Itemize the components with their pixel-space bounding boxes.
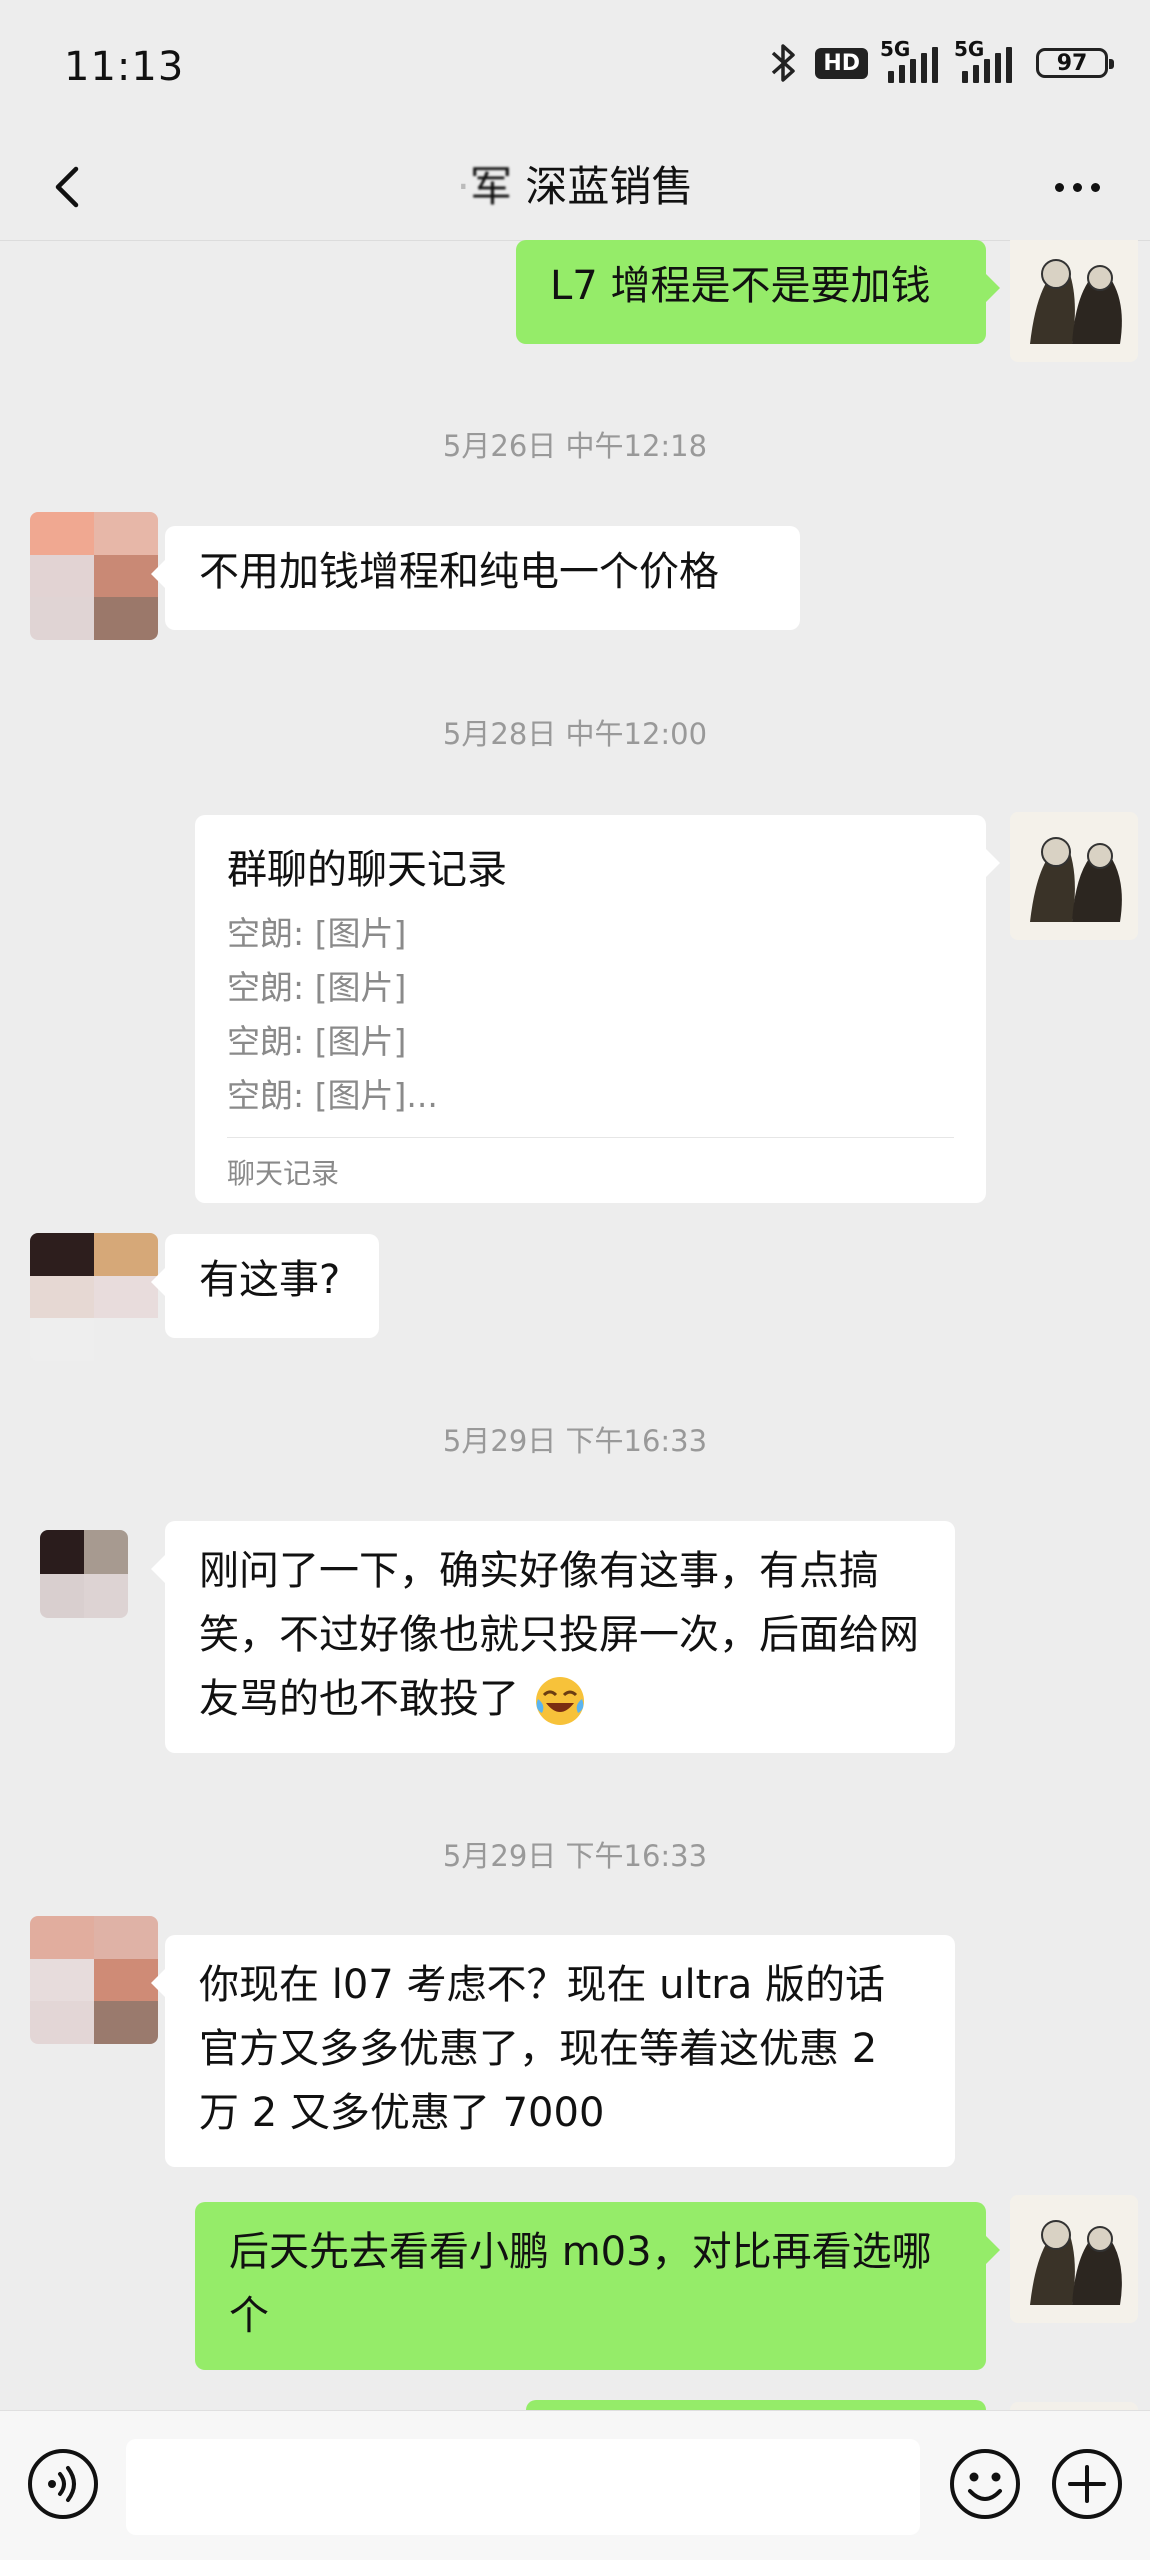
- bluetooth-icon: [772, 44, 796, 82]
- my-avatar[interactable]: [1010, 2402, 1138, 2410]
- message-bubble-in[interactable]: 有这事?: [151, 1234, 379, 1338]
- message-text: 有这事?: [199, 1257, 341, 1303]
- timestamp: 5月28日 中午12:00: [442, 717, 708, 751]
- emoji-icon[interactable]: [948, 2447, 1022, 2521]
- card-line: 空朗: [图片]: [227, 1022, 407, 1061]
- my-avatar[interactable]: [1010, 812, 1138, 940]
- status-time: 11:13: [64, 44, 185, 90]
- my-avatar[interactable]: [1010, 240, 1138, 362]
- message-bubble-out[interactable]: 后天先去看看小鹏 m03，对比再看选哪个: [195, 2202, 1000, 2370]
- chat-area[interactable]: L7 增程是不是要加钱 5月26日 中午12:18 不用加钱增程和纯电一个价格 …: [0, 240, 1150, 2410]
- card-line: 空朗: [图片]: [227, 914, 407, 953]
- voice-icon[interactable]: [26, 2447, 100, 2521]
- message-text: 后天先去看看小鹏 m03，对比再看选哪个: [229, 2229, 932, 2339]
- battery-icon: 97: [1036, 48, 1114, 78]
- more-dots-icon[interactable]: [1042, 157, 1112, 217]
- signal-icon: 5G: [880, 37, 938, 83]
- message-bubble-out[interactable]: L7 增程是不是要加钱: [516, 240, 1000, 344]
- status-icons: HD 5G 5G 97: [767, 37, 1114, 84]
- title-obscured-char: 军: [469, 162, 512, 211]
- chat-title: ·军 深蓝销售: [0, 153, 1150, 214]
- hd-badge: HD: [815, 47, 868, 79]
- title-text: 深蓝销售: [525, 162, 694, 211]
- signal-icon-2: 5G: [954, 37, 1012, 83]
- status-bar: 11:13 HD 5G 5G 97: [0, 0, 1150, 135]
- message-text: 不用加钱增程和纯电一个价格: [199, 549, 719, 595]
- contact-avatar[interactable]: [30, 1233, 158, 1361]
- timestamp: 5月29日 下午16:33: [442, 1839, 708, 1873]
- card-title: 群聊的聊天记录: [227, 847, 507, 893]
- contact-avatar[interactable]: [40, 1530, 128, 1618]
- card-line: 空朗: [图片]: [227, 968, 407, 1007]
- contact-avatar[interactable]: [30, 512, 158, 640]
- timestamp: 5月29日 下午16:33: [442, 1424, 708, 1458]
- message-bubble-in[interactable]: 你现在 l07 考虑不？现在 ultra 版的话官方又多多优惠了，现在等着这优惠…: [151, 1935, 955, 2167]
- plus-icon[interactable]: [1050, 2447, 1124, 2521]
- message-input[interactable]: [126, 2439, 920, 2535]
- title-obscured-name: ·: [456, 162, 470, 211]
- timestamp: 5月26日 中午12:18: [442, 429, 708, 463]
- message-bubble-in[interactable]: 刚问了一下，确实好像有这事，有点搞笑，不过好像也就只投屏一次，后面给网友骂的也不…: [151, 1521, 955, 1753]
- my-avatar[interactable]: [1010, 2195, 1138, 2323]
- card-footer: 聊天记录: [227, 1137, 954, 1208]
- message-bubble-out-partial[interactable]: [526, 2400, 986, 2410]
- laughing-tears-emoji-icon: [535, 1677, 584, 1725]
- message-bubble-in[interactable]: 不用加钱增程和纯电一个价格: [151, 526, 800, 630]
- contact-avatar[interactable]: [30, 1916, 158, 2044]
- chat-header: ·军 深蓝销售: [0, 135, 1150, 241]
- message-text: 你现在 l07 考虑不？现在 ultra 版的话官方又多多优惠了，现在等着这优惠…: [199, 1962, 885, 2136]
- chat-history-card[interactable]: 群聊的聊天记录 空朗: [图片] 空朗: [图片] 空朗: [图片] 空朗: […: [195, 815, 1000, 1203]
- input-bar: [0, 2410, 1150, 2560]
- card-line: 空朗: [图片]...: [227, 1076, 438, 1115]
- message-text: L7 增程是不是要加钱: [550, 263, 931, 309]
